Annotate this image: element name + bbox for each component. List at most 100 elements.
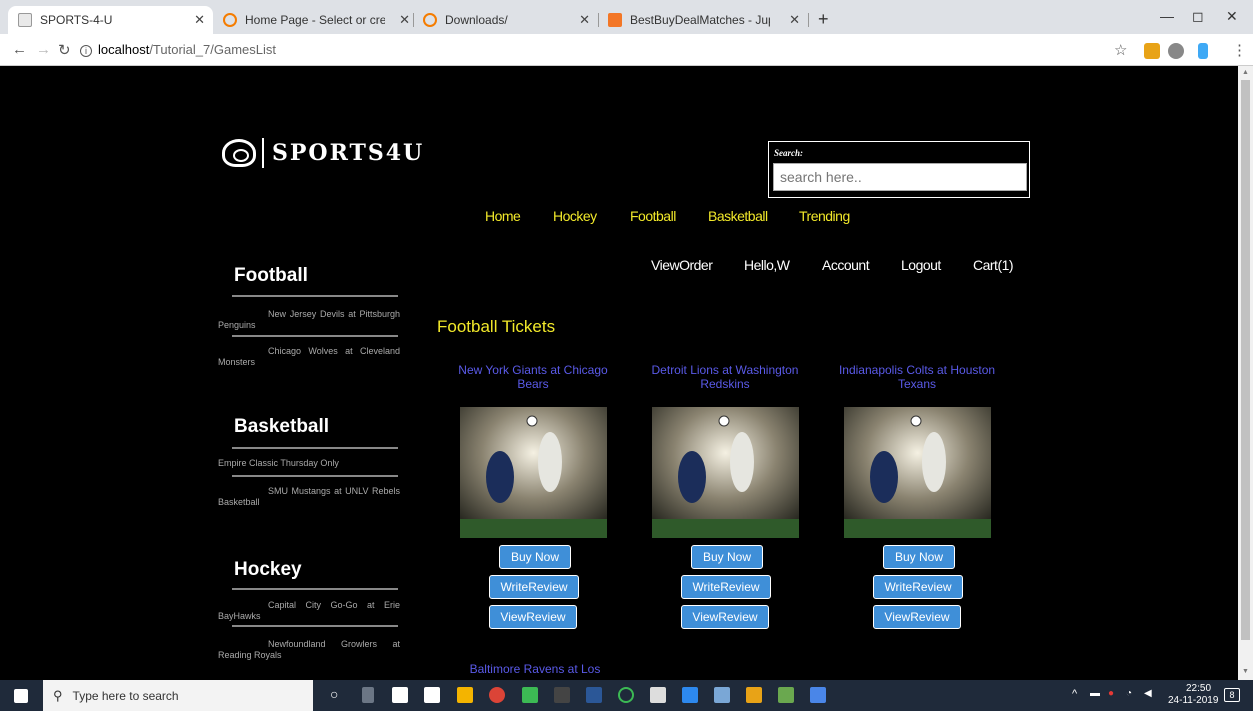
buy-now-button[interactable]: Buy Now [883,545,955,569]
notification-center-icon[interactable]: 8 [1224,688,1240,702]
volume-icon[interactable]: ◀ [1144,688,1152,699]
soccer-player-image [652,407,799,538]
loading-icon [423,13,437,27]
sidebar-divider [232,335,398,337]
tray-app-icon[interactable]: ▬ [1090,688,1100,699]
loading-icon [223,13,237,27]
product-image[interactable] [460,407,607,538]
buy-now-button[interactable]: Buy Now [691,545,763,569]
sidebar-divider [232,475,398,477]
tab-home-page[interactable]: Home Page - Select or create a n ✕ [213,6,418,34]
tab-jupyter[interactable]: BestBuyDealMatches - Jupyter N ✕ [598,6,808,34]
write-review-button[interactable]: WriteReview [873,575,963,599]
sidebar-heading-basketball: Basketball [234,416,330,437]
sidebar-link[interactable]: New Jersey Devils at Pittsburgh Penguins [218,309,400,331]
sidebar-link[interactable]: SMU Mustangs at UNLV Rebels Basketball [218,486,400,508]
extension-icon[interactable] [1144,43,1160,59]
clock-time[interactable]: 22:50 [1186,683,1211,694]
page-scrollbar[interactable]: ▲ ▼ [1238,66,1253,680]
cortana-icon[interactable]: ○ [330,686,338,702]
search-box: Search: [768,141,1030,198]
clock-date[interactable]: 24-11-2019 [1168,695,1218,706]
nav-football[interactable]: Football [630,208,676,224]
view-review-button[interactable]: ViewReview [873,605,961,629]
bookmark-star-icon[interactable]: ☆ [1114,41,1127,59]
nav-account[interactable]: Account [822,257,870,273]
sidebar-divider [232,625,398,627]
tab-sports-4-u[interactable]: SPORTS-4-U ✕ [8,6,213,34]
app-icon[interactable] [746,687,762,703]
buy-now-button[interactable]: Buy Now [499,545,571,569]
product-image[interactable] [844,407,991,538]
site-logo[interactable]: SPORTS4U [222,138,424,168]
mail-icon[interactable] [424,687,440,703]
extension-icon[interactable] [1198,43,1208,59]
nav-trending[interactable]: Trending [799,208,850,224]
product-title[interactable]: Detroit Lions at Washington Redskins [640,363,810,391]
sidebar-link[interactable]: Empire Classic Thursday Only [218,458,394,469]
sidebar-link[interactable]: Newfoundland Growlers at Reading Royals [218,639,400,661]
view-review-button[interactable]: ViewReview [681,605,769,629]
sidebar-link[interactable]: Capital City Go-Go at Erie BayHawks [218,600,400,622]
product-title[interactable]: Baltimore Ravens at Los [450,662,620,676]
windows-taskbar: ⚲ Type here to search ○ ^ ▬ ● ◔ ◀ 22:50 … [0,680,1253,711]
product-title[interactable]: New York Giants at Chicago Bears [448,363,618,391]
menu-icon[interactable]: ⋮ [1232,41,1247,59]
nav-basketball[interactable]: Basketball [708,208,768,224]
nav-home[interactable]: Home [485,208,521,224]
tab-downloads[interactable]: Downloads/ ✕ [413,6,598,34]
nav-cart[interactable]: Cart(1) [973,257,1014,273]
close-window-icon[interactable]: ✕ [1226,8,1238,25]
wifi-icon[interactable]: ◔ [1126,688,1132,699]
windows-start-icon[interactable] [14,689,28,703]
sidebar-link[interactable]: Chicago Wolves at Cleveland Monsters [218,346,400,368]
scroll-up-icon[interactable]: ▲ [1242,69,1249,76]
product-title[interactable]: Indianapolis Colts at Houston Texans [832,363,1002,391]
sidebar-divider [232,295,398,297]
minimize-icon[interactable]: — [1160,8,1174,24]
back-icon[interactable]: ← [12,41,27,58]
url-field[interactable]: i localhost/Tutorial_7/GamesList [80,42,276,57]
soccer-player-image [844,407,991,538]
write-review-button[interactable]: WriteReview [681,575,771,599]
app-icon[interactable] [778,687,794,703]
chrome-icon[interactable] [489,687,505,703]
app-icon[interactable] [650,687,666,703]
sports-favicon-icon [18,13,32,27]
write-review-button[interactable]: WriteReview [489,575,579,599]
scroll-down-icon[interactable]: ▼ [1242,668,1249,675]
new-tab-icon[interactable]: + [818,9,829,30]
close-tab-icon[interactable]: ✕ [789,12,800,28]
tray-app-icon[interactable]: ● [1108,688,1114,699]
maximize-icon[interactable]: ◻ [1192,8,1204,25]
scroll-thumb[interactable] [1241,80,1250,640]
app-icon[interactable] [810,687,826,703]
file-explorer-icon[interactable] [457,687,473,703]
forward-icon[interactable]: → [36,41,51,58]
close-tab-icon[interactable]: ✕ [579,12,590,28]
taskbar-search[interactable]: ⚲ Type here to search [43,680,313,711]
app-icon[interactable] [522,687,538,703]
nav-logout[interactable]: Logout [901,257,941,273]
view-review-button[interactable]: ViewReview [489,605,577,629]
product-image[interactable] [652,407,799,538]
section-title: Football Tickets [437,317,556,336]
search-input[interactable] [773,163,1027,191]
nav-hockey[interactable]: Hockey [553,208,597,224]
store-icon[interactable] [392,687,408,703]
app-icon[interactable] [682,687,698,703]
app-icon[interactable] [714,687,730,703]
extension-icon[interactable] [1168,43,1184,59]
tray-chevron-icon[interactable]: ^ [1072,688,1077,700]
reload-icon[interactable]: ↻ [58,41,71,59]
app-icon[interactable] [618,687,634,703]
task-view-icon[interactable] [362,687,374,703]
search-label: Search: [774,148,803,158]
app-icon[interactable] [586,687,602,703]
app-icon[interactable] [554,687,570,703]
info-icon[interactable]: i [80,45,92,57]
close-tab-icon[interactable]: ✕ [399,12,410,28]
close-tab-icon[interactable]: ✕ [194,12,205,28]
nav-view-order[interactable]: ViewOrder [651,257,713,273]
logo-text: SPORTS4U [272,140,425,166]
